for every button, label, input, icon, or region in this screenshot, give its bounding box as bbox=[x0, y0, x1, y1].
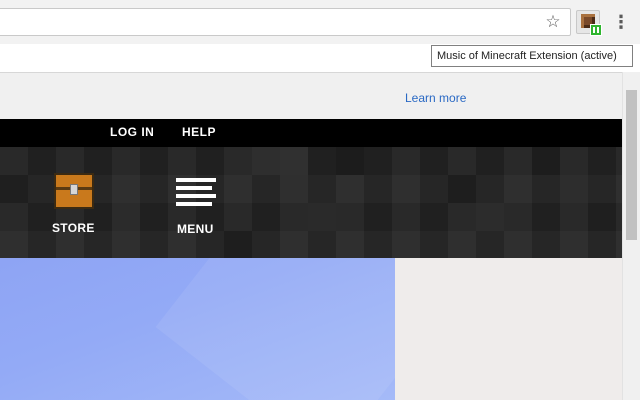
active-badge-icon bbox=[590, 24, 602, 36]
main-navigation: STORE MENU bbox=[0, 147, 622, 259]
stone-tile bbox=[336, 147, 364, 175]
sidebar-panel bbox=[395, 258, 622, 400]
scrollbar-thumb[interactable] bbox=[626, 90, 637, 240]
stone-tile bbox=[588, 203, 616, 231]
extension-tooltip: Music of Minecraft Extension (active) bbox=[431, 45, 633, 67]
stone-tile bbox=[476, 203, 504, 231]
stone-tile bbox=[112, 203, 140, 231]
address-bar[interactable]: ☆ bbox=[0, 8, 571, 36]
menu-label[interactable]: MENU bbox=[177, 222, 214, 236]
stone-tile bbox=[252, 147, 280, 175]
page-scrollbar[interactable] bbox=[622, 72, 640, 400]
info-banner: Learn more bbox=[0, 72, 622, 120]
stone-tile bbox=[280, 147, 308, 175]
hero-sky-image bbox=[0, 258, 395, 400]
stone-tile bbox=[392, 175, 420, 203]
browser-toolbar: ☆ ⋮ bbox=[0, 0, 640, 44]
bookmark-star-icon[interactable]: ☆ bbox=[544, 13, 562, 31]
learn-more-link[interactable]: Learn more bbox=[405, 91, 466, 105]
help-link[interactable]: HELP bbox=[182, 125, 216, 139]
stone-tile bbox=[560, 175, 588, 203]
store-label[interactable]: STORE bbox=[52, 221, 95, 235]
stone-tile bbox=[448, 175, 476, 203]
hamburger-menu-icon[interactable] bbox=[176, 178, 216, 206]
stone-tile bbox=[308, 203, 336, 231]
treasure-chest-icon[interactable] bbox=[54, 173, 94, 209]
minecraft-extension-button[interactable] bbox=[576, 10, 602, 36]
top-navigation: LOG IN HELP bbox=[0, 119, 622, 147]
stone-tile bbox=[224, 231, 252, 259]
login-link[interactable]: LOG IN bbox=[110, 125, 154, 139]
stone-tile bbox=[532, 147, 560, 175]
stone-tile bbox=[0, 175, 28, 203]
more-menu-icon[interactable]: ⋮ bbox=[612, 12, 630, 32]
